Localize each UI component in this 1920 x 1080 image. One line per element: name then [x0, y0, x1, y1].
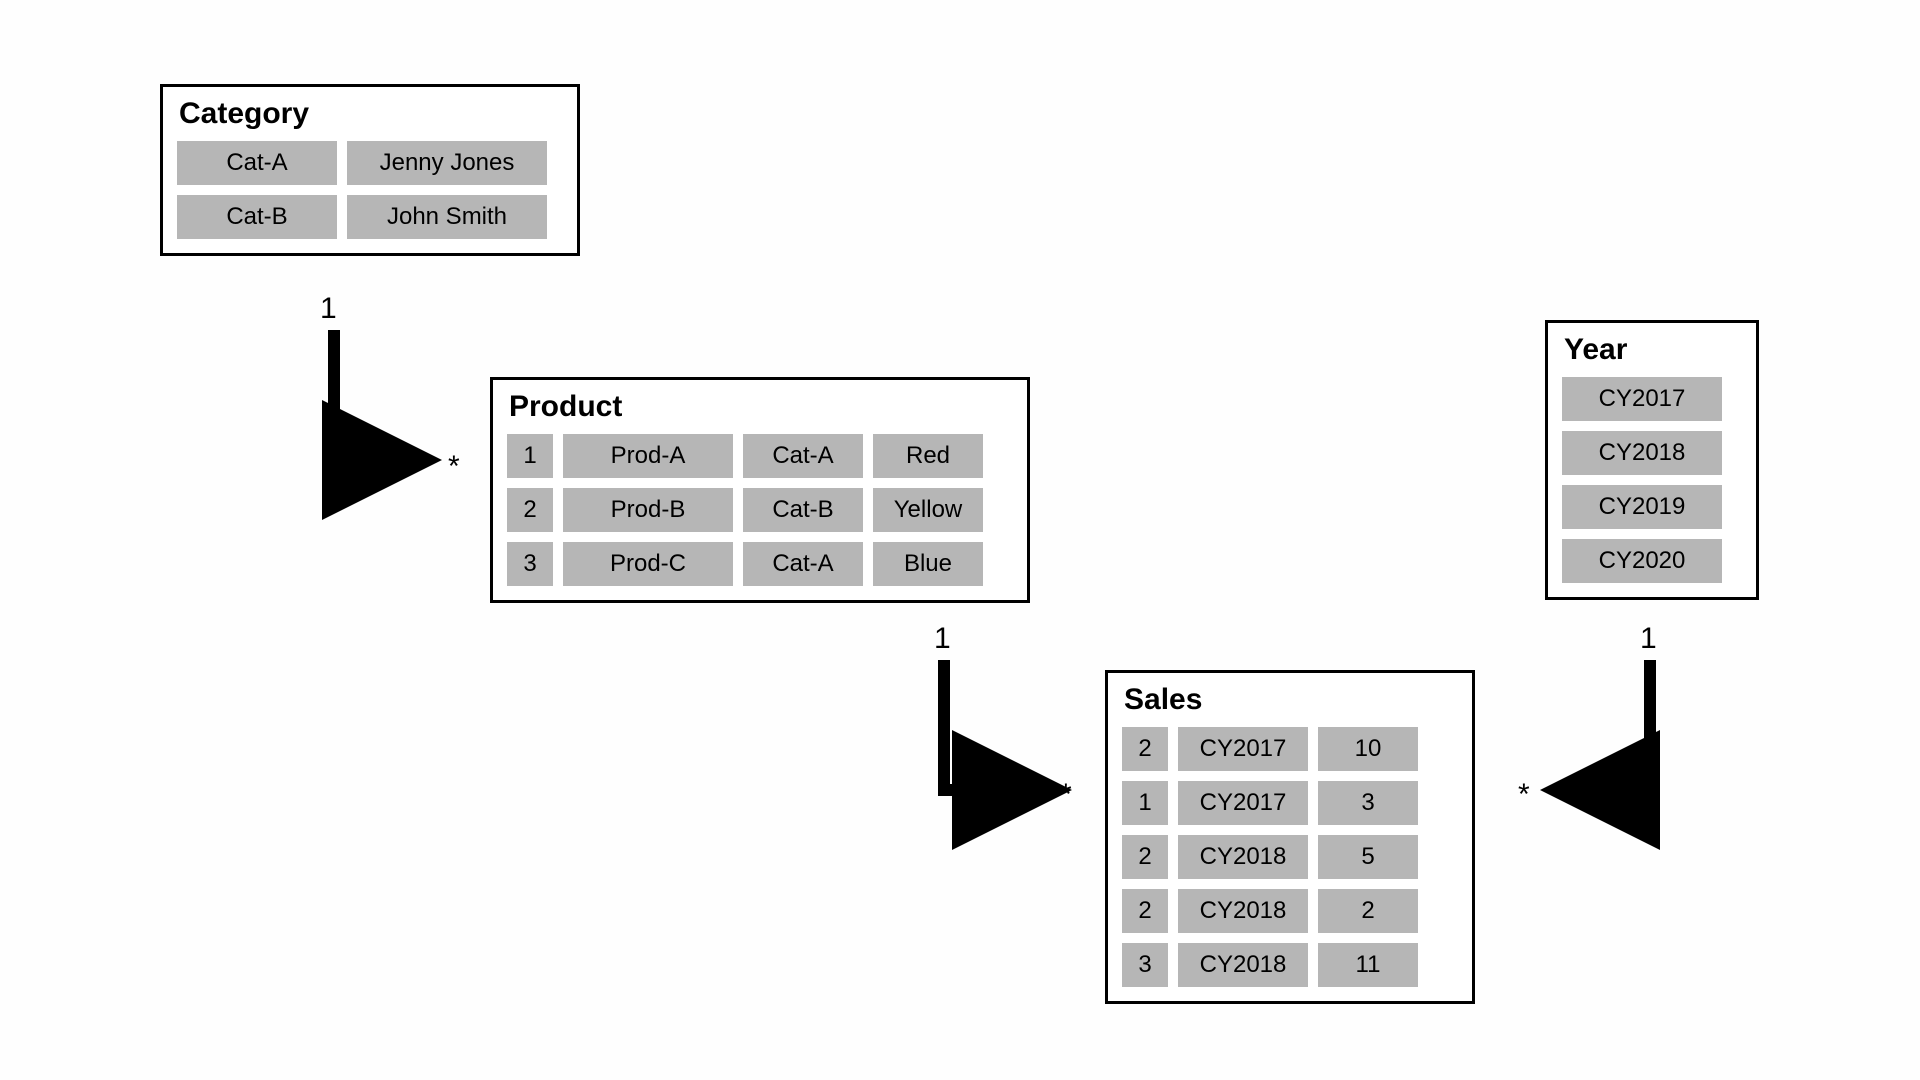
table-cell: 3 — [507, 542, 553, 586]
table-cell: Red — [873, 434, 983, 478]
table-cell: 2 — [1122, 727, 1168, 771]
cardinality-one: 1 — [1640, 622, 1657, 656]
diagram-canvas: Category Cat-A Jenny Jones Cat-B John Sm… — [0, 0, 1920, 1080]
entity-sales: Sales 2 CY2017 10 1 CY2017 3 2 CY2018 5 … — [1105, 670, 1475, 1004]
table-cell: CY2019 — [1562, 485, 1722, 529]
entity-product: Product 1 Prod-A Cat-A Red 2 Prod-B Cat-… — [490, 377, 1030, 603]
table-cell: Cat-B — [177, 195, 337, 239]
entity-sales-title: Sales — [1124, 683, 1458, 717]
table-cell: CY2017 — [1178, 727, 1308, 771]
table-cell: CY2017 — [1562, 377, 1722, 421]
table-cell: Jenny Jones — [347, 141, 547, 185]
table-cell: 2 — [1122, 835, 1168, 879]
table-cell: Prod-A — [563, 434, 733, 478]
table-cell: 10 — [1318, 727, 1418, 771]
table-cell: 2 — [1318, 889, 1418, 933]
connector-year-sales — [1540, 660, 1680, 810]
table-cell: CY2018 — [1562, 431, 1722, 475]
table-cell: CY2020 — [1562, 539, 1722, 583]
table-cell: 1 — [1122, 781, 1168, 825]
table-cell: Prod-C — [563, 542, 733, 586]
connector-category-product — [320, 330, 460, 480]
table-cell: CY2018 — [1178, 943, 1308, 987]
cardinality-many: * — [448, 450, 460, 484]
cardinality-many: * — [1518, 778, 1530, 812]
table-cell: 5 — [1318, 835, 1418, 879]
table-cell: John Smith — [347, 195, 547, 239]
table-cell: CY2018 — [1178, 889, 1308, 933]
cardinality-one: 1 — [934, 622, 951, 656]
table-cell: Yellow — [873, 488, 983, 532]
table-cell: 11 — [1318, 943, 1418, 987]
table-cell: Cat-A — [743, 542, 863, 586]
entity-category: Category Cat-A Jenny Jones Cat-B John Sm… — [160, 84, 580, 256]
table-cell: CY2018 — [1178, 835, 1308, 879]
cardinality-one: 1 — [320, 292, 337, 326]
table-cell: Cat-A — [743, 434, 863, 478]
entity-year: Year CY2017 CY2018 CY2019 CY2020 — [1545, 320, 1759, 600]
table-cell: 2 — [1122, 889, 1168, 933]
table-cell: Cat-B — [743, 488, 863, 532]
table-cell: Cat-A — [177, 141, 337, 185]
table-cell: 3 — [1318, 781, 1418, 825]
table-cell: Prod-B — [563, 488, 733, 532]
table-cell: Blue — [873, 542, 983, 586]
cardinality-many: * — [1060, 778, 1072, 812]
entity-year-title: Year — [1564, 333, 1742, 367]
table-cell: 3 — [1122, 943, 1168, 987]
entity-product-title: Product — [509, 390, 1013, 424]
entity-category-title: Category — [179, 97, 563, 131]
table-cell: 2 — [507, 488, 553, 532]
table-cell: 1 — [507, 434, 553, 478]
table-cell: CY2017 — [1178, 781, 1308, 825]
